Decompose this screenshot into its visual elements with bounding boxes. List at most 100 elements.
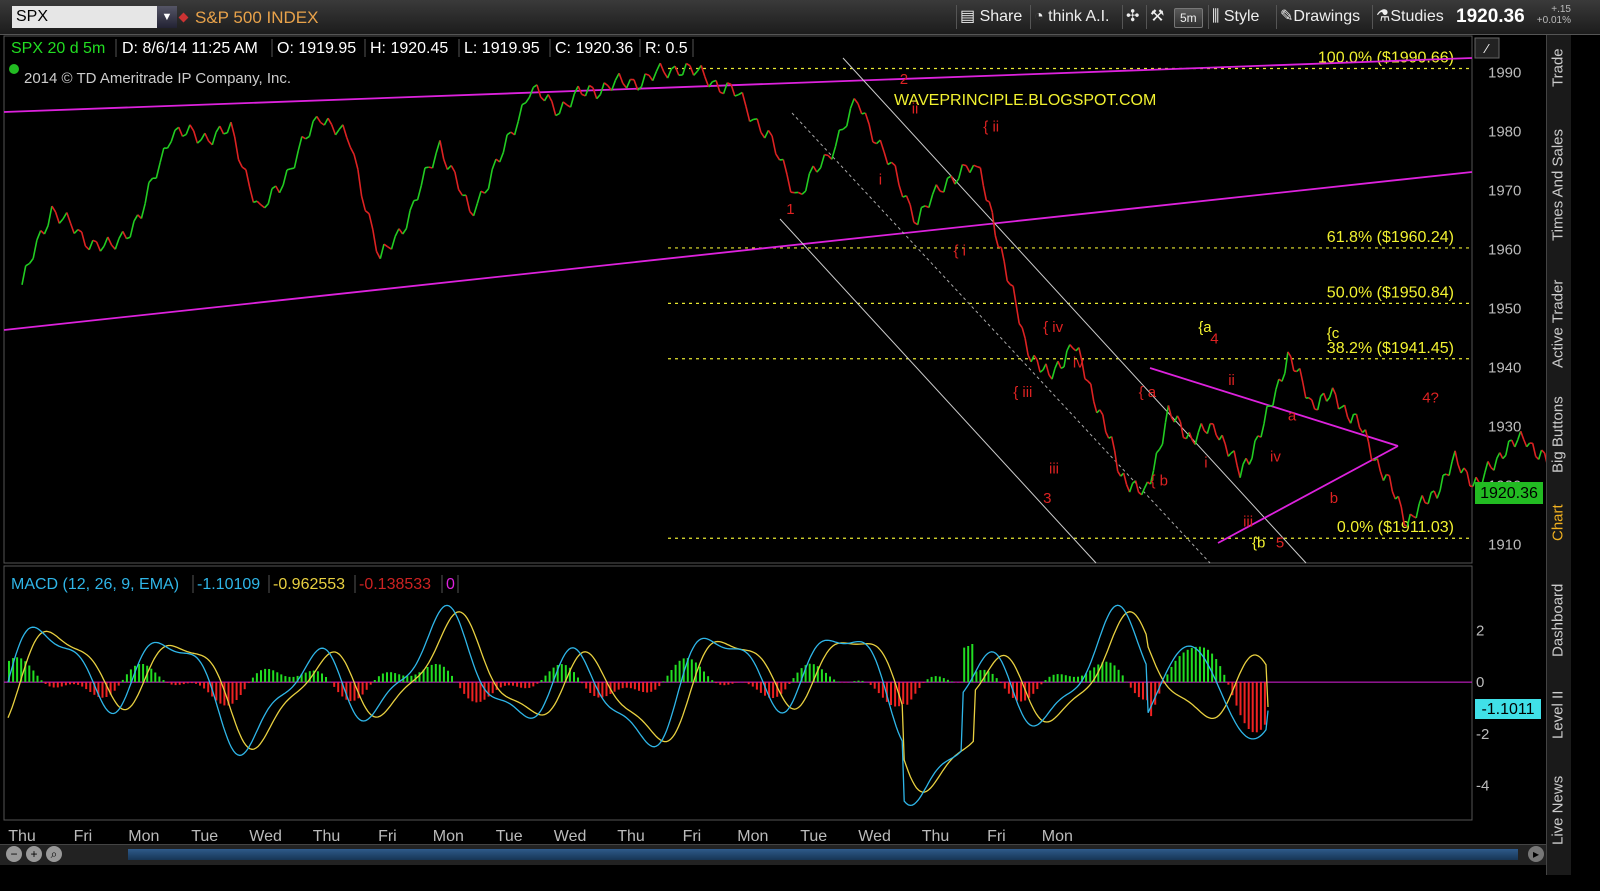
candle-icon: ⫼: [1212, 8, 1220, 25]
studies-button[interactable]: ⚗Studies: [1372, 5, 1447, 29]
wave-label: iii: [1049, 461, 1059, 478]
interval-button[interactable]: 5m: [1174, 8, 1203, 28]
scroll-track[interactable]: [128, 849, 1518, 860]
macd-hist-bar: [581, 682, 584, 684]
macd-hist-bar: [755, 682, 758, 690]
tab-live-news[interactable]: Live News: [1546, 760, 1570, 860]
tab-chart[interactable]: Chart: [1546, 490, 1570, 556]
macd-hist-bar: [369, 682, 372, 685]
chart-area[interactable]: 100.0% ($1990.66) 61.8% ($1960.24) 50.0% (…: [0, 35, 1546, 855]
macd-hist-bar: [186, 682, 189, 684]
macd-tick: 2: [1476, 623, 1484, 640]
scroll-right-button[interactable]: ▸: [1528, 846, 1544, 862]
macd-hist-bar: [577, 677, 579, 683]
macd-hist-bar: [377, 676, 380, 683]
wave-label: 5: [1276, 534, 1284, 551]
macd-hist-bar: [1235, 682, 1238, 706]
x-tick-label: Wed: [249, 828, 282, 845]
zoom-out-button[interactable]: −: [6, 846, 22, 862]
x-tick-label: Fri: [987, 828, 1006, 845]
share-button[interactable]: ▤ Share: [956, 5, 1025, 29]
wave-label: { iii: [1013, 384, 1032, 401]
macd-hist-bar: [654, 682, 657, 690]
tab-level-ii[interactable]: Level II: [1546, 682, 1570, 748]
macd-hist-bar: [142, 664, 145, 683]
chart-svg[interactable]: 100.0% ($1990.66)61.8% ($1960.24)50.0% (…: [0, 35, 1546, 855]
macd-hist-bar: [825, 672, 827, 683]
macd-hist-bar: [1048, 676, 1051, 683]
drawings-button[interactable]: ✎Drawings: [1276, 5, 1363, 29]
macd-hist-bar: [524, 682, 527, 689]
macd-hist-bar: [203, 682, 206, 689]
macd-label: MACD (12, 26, 9, EMA): [11, 576, 179, 593]
info-icon[interactable]: [9, 64, 19, 74]
macd-hist-bar: [621, 682, 624, 689]
tab-big-buttons[interactable]: Big Buttons: [1546, 390, 1570, 480]
macd-hist-bar: [877, 682, 880, 694]
macd-hist-bar: [381, 673, 384, 683]
zoom-in-button[interactable]: +: [26, 846, 42, 862]
macd-hist-bar: [642, 682, 645, 692]
macd-hist-bar: [138, 664, 141, 683]
macd-hist-bar: [361, 682, 364, 695]
macd-hist-bar: [792, 678, 795, 683]
macd-hist-bar: [719, 682, 722, 685]
macd-hist-bar: [1020, 682, 1023, 702]
macd-hist-bar: [451, 675, 453, 683]
macd-hist-bar: [284, 676, 287, 683]
macd-hist-bar: [1251, 682, 1254, 733]
macd-hist-bar: [715, 682, 718, 684]
search-icon[interactable]: ⌕: [46, 846, 62, 862]
symbol-input[interactable]: SPX: [12, 6, 157, 28]
macd-hist-bar: [499, 682, 502, 688]
macd-hist-bar: [255, 673, 258, 683]
macd-hist-bar: [60, 682, 63, 687]
x-tick-label: Thu: [8, 828, 36, 845]
macd-hist-bar: [1028, 682, 1031, 698]
wave-label: { i: [954, 242, 967, 259]
tab-trade[interactable]: Trade: [1546, 38, 1570, 98]
macd-hist-bar: [743, 682, 746, 683]
settings-button[interactable]: ⚒: [1146, 5, 1167, 29]
x-tick-label: Thu: [922, 828, 950, 845]
macd-hist-bar: [820, 669, 823, 683]
header-date: D: 8/6/14 11:25 AM: [122, 40, 258, 57]
style-button[interactable]: ⫼ Style: [1208, 5, 1262, 29]
macd-hist-bar: [703, 671, 705, 683]
macd-hist-bar: [658, 682, 661, 687]
drawing-tool-button[interactable]: ✣: [1122, 5, 1142, 29]
x-tick-label: Mon: [737, 828, 768, 845]
macd-hist-bar: [276, 672, 279, 683]
price-segment: [977, 166, 981, 169]
price-segment: [1442, 473, 1447, 476]
macd-hist-bar: [178, 682, 181, 685]
thinkai-button[interactable]: ◔ think A.I.: [1030, 5, 1113, 29]
macd-hist-bar: [918, 682, 921, 688]
price-segment: [790, 191, 795, 194]
macd-hist-bar: [1125, 681, 1128, 683]
watermark-text: WAVEPRINCIPLE.BLOGSPOT.COM: [894, 92, 1156, 109]
tab-dashboard[interactable]: Dashboard: [1546, 570, 1570, 670]
price-segment: [962, 163, 967, 167]
macd-hist-bar: [711, 680, 714, 683]
macd-hist-bar: [869, 682, 872, 685]
macd-hist-bar: [85, 682, 88, 690]
macd-hist-bar: [251, 677, 254, 683]
wave-label: {b: [1252, 534, 1265, 551]
tab-active-trader[interactable]: Active Trader: [1546, 268, 1570, 380]
tab-times-and-sales[interactable]: Times And Sales: [1546, 110, 1570, 260]
macd-hist-bar: [1227, 682, 1230, 685]
wave-label: 2: [900, 71, 908, 88]
wave-label: 4: [1210, 331, 1218, 348]
macd-hist-bar: [64, 682, 67, 686]
fib-label: 61.8% ($1960.24): [1327, 229, 1454, 246]
header-close: C: 1920.36: [555, 40, 633, 57]
macd-hist-bar: [32, 670, 35, 683]
change-points: +.15: [1551, 4, 1571, 15]
symbol-dropdown-button[interactable]: ▼: [157, 6, 177, 28]
macd-hist-bar: [77, 682, 80, 685]
macd-hist-bar: [934, 676, 937, 683]
macd-hist-bar: [386, 672, 388, 683]
macd-hist-bar: [272, 670, 275, 683]
x-tick-label: Tue: [191, 828, 218, 845]
